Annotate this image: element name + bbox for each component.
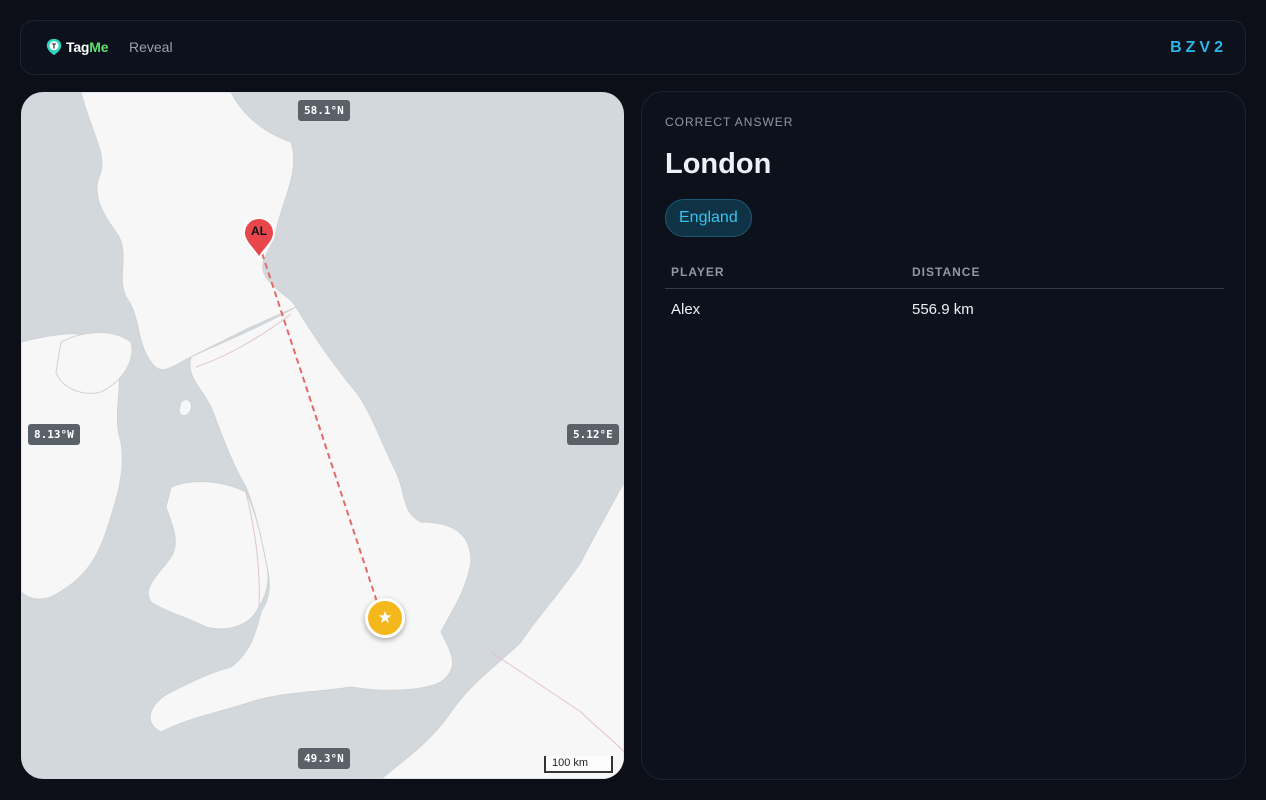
guess-marker[interactable]: AL	[241, 216, 277, 260]
column-header-player: PLAYER	[671, 265, 725, 279]
region-badge: England	[665, 199, 752, 237]
land-isle-of-man	[178, 399, 192, 417]
star-icon: ★	[377, 608, 393, 627]
logo-pin-icon: T	[46, 38, 62, 56]
table-row: Alex 556.9 km	[665, 289, 1224, 329]
answer-title: London	[665, 148, 772, 180]
logo-text-me: Me	[89, 39, 109, 55]
land-ni	[55, 332, 133, 394]
logo-text-tag: Tag	[66, 39, 90, 55]
longitude-right-label: 5.12°E	[567, 424, 619, 445]
room-code: BZV2	[1170, 39, 1227, 56]
latitude-bottom-label: 49.3°N	[298, 748, 350, 769]
map-pin-icon	[242, 216, 276, 260]
map-canvas	[21, 92, 624, 779]
correct-answer-label: CORRECT ANSWER	[665, 115, 794, 129]
result-map[interactable]: 58.1°N 49.3°N 8.13°W 5.12°E AL ★ 100 km	[21, 92, 624, 779]
column-header-distance: DISTANCE	[912, 265, 981, 279]
top-bar: T TagMe Reveal BZV2	[20, 20, 1246, 75]
latitude-top-label: 58.1°N	[298, 100, 350, 121]
answer-marker[interactable]: ★	[365, 598, 405, 638]
distance-table: PLAYER DISTANCE Alex 556.9 km	[665, 256, 1224, 329]
land-wales	[148, 481, 269, 630]
player-distance: 556.9 km	[912, 300, 974, 318]
guess-marker-label: AL	[251, 224, 267, 238]
longitude-left-label: 8.13°W	[28, 424, 80, 445]
result-panel: CORRECT ANSWER London England PLAYER DIS…	[641, 91, 1246, 780]
nav-reveal-label: Reveal	[129, 39, 173, 55]
tagme-logo[interactable]: T TagMe	[45, 38, 109, 56]
table-header: PLAYER DISTANCE	[665, 256, 1224, 289]
svg-text:T: T	[52, 41, 57, 50]
player-name: Alex	[671, 300, 701, 318]
map-scale-bar: 100 km	[544, 756, 613, 773]
